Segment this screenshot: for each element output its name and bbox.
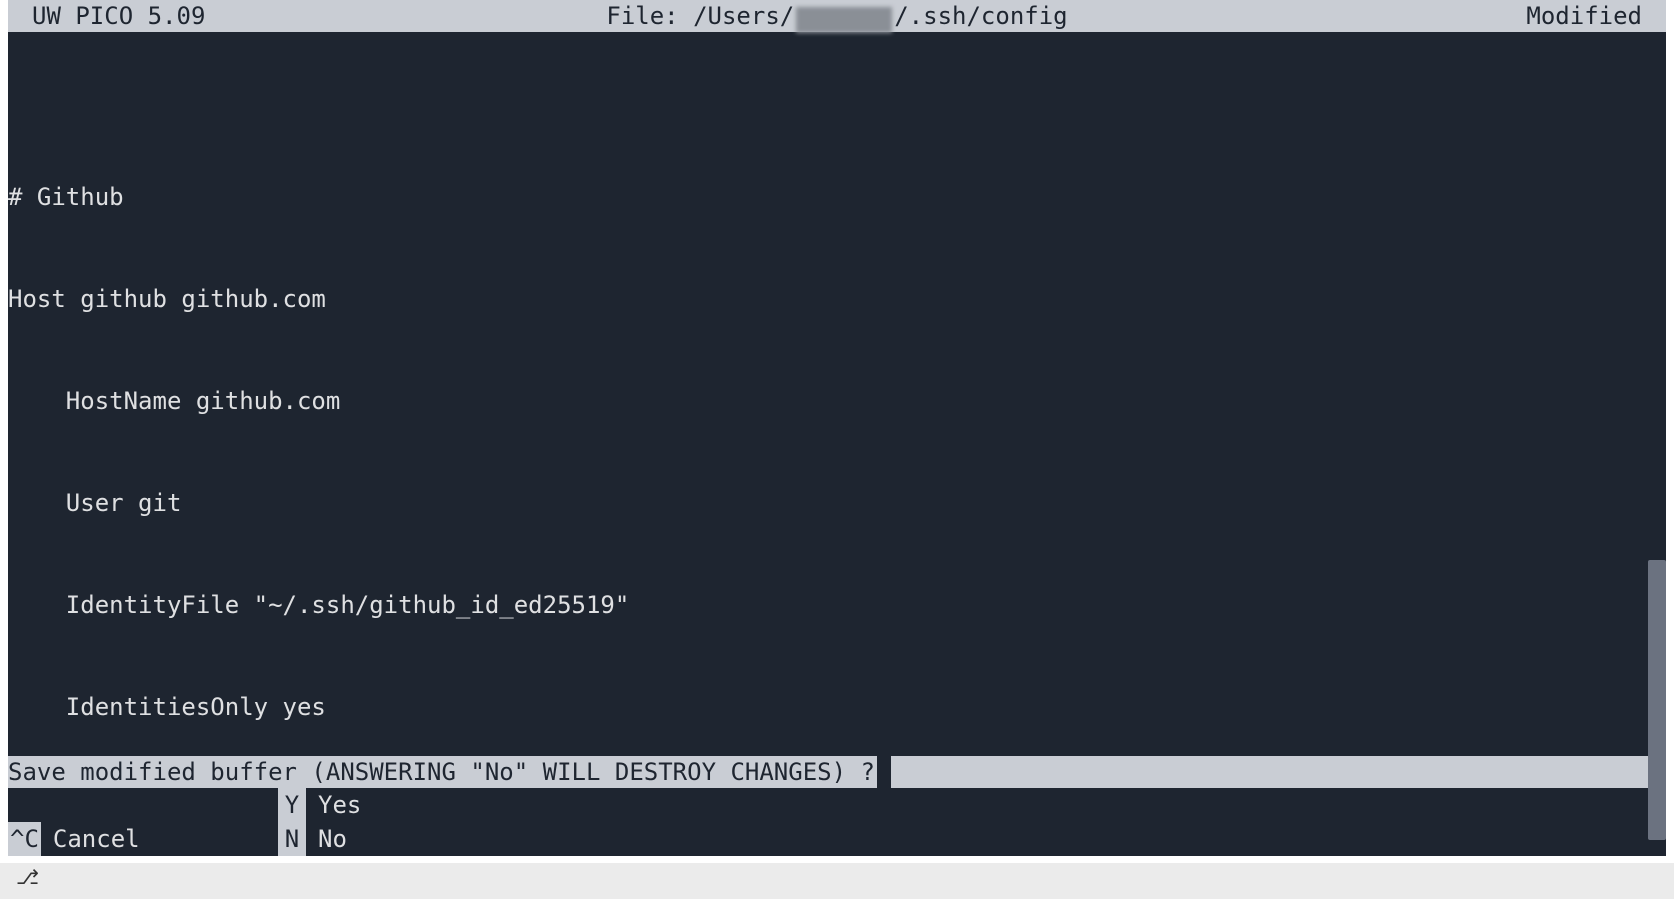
editor-line: Host github github.com: [8, 282, 1666, 316]
shortcut-label-cancel: Cancel: [41, 822, 140, 856]
editor-line: IdentityFile "~/.ssh/github_id_ed25519": [8, 588, 1666, 622]
empty-shortcut-slot: [8, 788, 278, 822]
shortcut-key-n: N: [278, 822, 306, 856]
shortcut-label-yes: Yes: [306, 788, 361, 822]
shortcuts-area: Y Yes ^C Cancel N No: [8, 788, 1666, 856]
modified-status: Modified: [1526, 0, 1642, 32]
editor-line: # Github: [8, 180, 1666, 214]
prompt-area: Save modified buffer (ANSWERING "No" WIL…: [8, 756, 1666, 856]
shortcut-key-cancel: ^C: [8, 822, 41, 856]
shortcut-row: Y Yes: [8, 788, 1666, 822]
shortcut-key-y: Y: [278, 788, 306, 822]
file-path-prefix: File: /Users/: [606, 0, 794, 32]
shortcut-label-no: No: [306, 822, 347, 856]
file-path: File: /Users/ /.ssh/config: [8, 0, 1666, 32]
save-prompt: Save modified buffer (ANSWERING "No" WIL…: [8, 756, 1666, 788]
editor-line: HostName github.com: [8, 384, 1666, 418]
prompt-text: Save modified buffer (ANSWERING "No" WIL…: [8, 756, 875, 788]
editor-line: User git: [8, 486, 1666, 520]
editor-line: IdentitiesOnly yes: [8, 690, 1666, 724]
app-name: UW PICO 5.09: [8, 0, 205, 32]
editor-content[interactable]: # Github Host github github.com HostName…: [8, 32, 1666, 792]
bottom-status-bar: ⎇: [0, 863, 1674, 899]
shortcut-cancel[interactable]: ^C Cancel: [8, 822, 278, 856]
branch-icon: ⎇: [16, 865, 39, 889]
prompt-fill: [891, 756, 1666, 788]
scrollbar[interactable]: [1648, 560, 1666, 840]
cursor: [877, 756, 891, 788]
shortcut-row: ^C Cancel N No: [8, 822, 1666, 856]
shortcut-no[interactable]: N No: [278, 822, 548, 856]
redacted-username: [796, 7, 892, 33]
file-path-suffix: /.ssh/config: [894, 0, 1067, 32]
shortcut-yes[interactable]: Y Yes: [278, 788, 548, 822]
terminal-window: UW PICO 5.09 File: /Users/ /.ssh/config …: [8, 0, 1666, 856]
title-bar: UW PICO 5.09 File: /Users/ /.ssh/config …: [8, 0, 1666, 32]
